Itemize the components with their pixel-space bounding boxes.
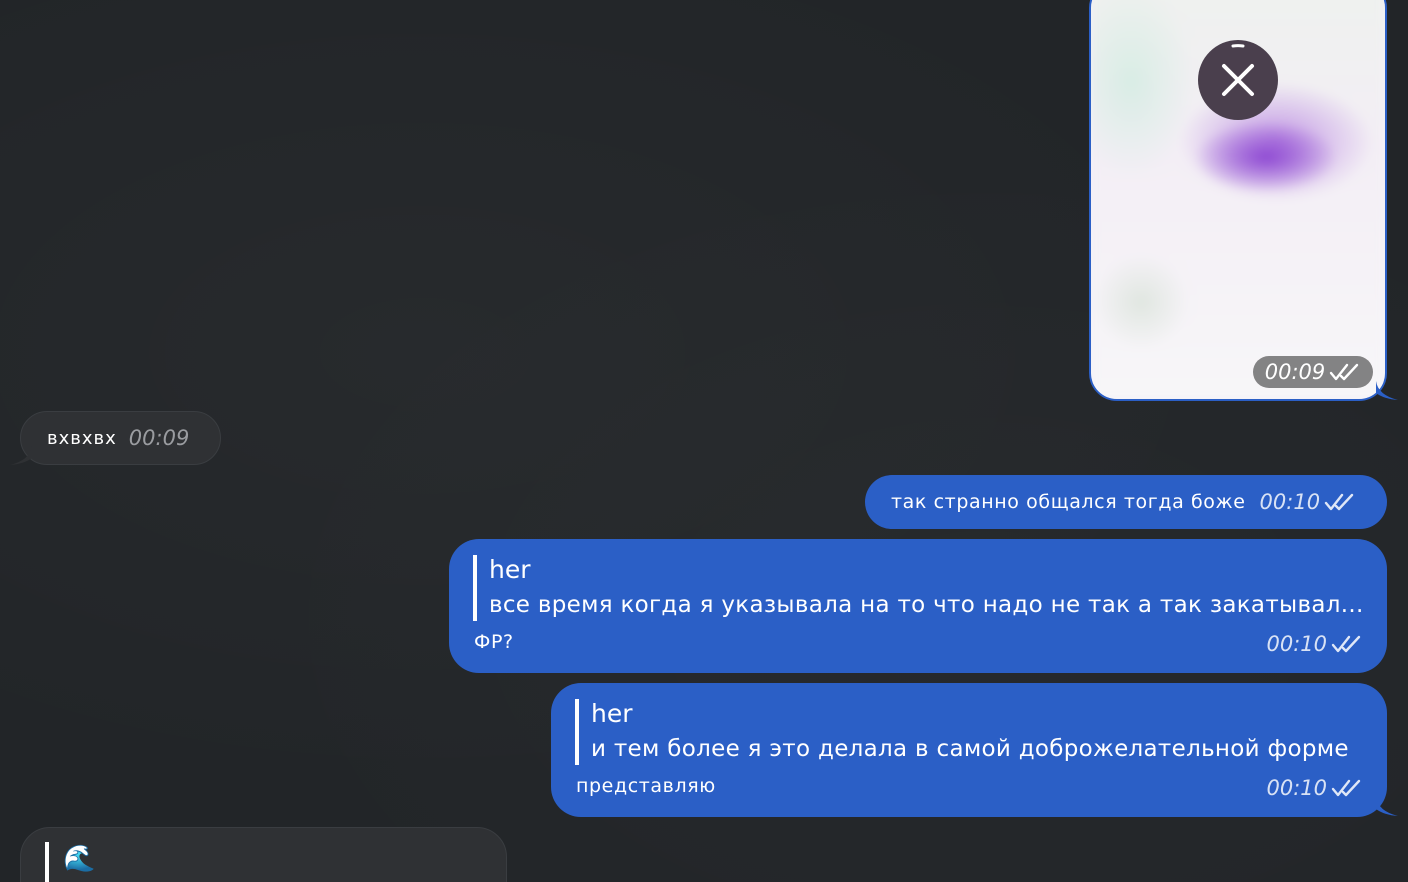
reply-quote[interactable]: 🌊	[45, 842, 95, 882]
incoming-message[interactable]: вхвхвх 00:09	[20, 411, 221, 465]
bubble-tail	[10, 446, 32, 465]
photo-message[interactable]: 00:09	[1089, 0, 1387, 401]
reply-text: все время когда я указывала на то что на…	[489, 592, 1364, 618]
bubble-tail	[1376, 381, 1398, 400]
reply-quote[interactable]: her все время когда я указывала на то чт…	[473, 555, 1364, 621]
outgoing-reply-message[interactable]: her все время когда я указывала на то чт…	[449, 539, 1387, 673]
double-check-icon	[1324, 493, 1354, 511]
reply-author: her	[489, 555, 531, 584]
message-time: 00:10	[1259, 490, 1321, 514]
message-time: 00:10	[1266, 776, 1327, 800]
chat-area: 00:09 вхвхвх 00:09 так странно общался т…	[0, 0, 1408, 882]
message-text: так странно общался тогда боже	[891, 491, 1246, 513]
message-text: представляю	[576, 775, 716, 797]
close-icon	[1222, 44, 1254, 96]
message-time: 00:10	[1266, 632, 1327, 656]
message-meta: 00:10	[1266, 776, 1363, 800]
message-time: 00:09	[1264, 360, 1326, 384]
reply-text: и тем более я это делала в самой доброже…	[591, 736, 1349, 762]
reply-author: her	[591, 699, 633, 728]
message-time: 00:09	[128, 426, 190, 450]
photo-time-badge: 00:09	[1253, 356, 1373, 388]
outgoing-reply-message[interactable]: her и тем более я это делала в самой доб…	[551, 683, 1387, 817]
double-check-icon	[1331, 635, 1361, 653]
message-text: ФР?	[474, 631, 514, 653]
message-meta: 00:10	[1266, 632, 1363, 656]
outgoing-message[interactable]: так странно общался тогда боже 00:10	[865, 475, 1387, 529]
double-check-icon	[1330, 363, 1359, 381]
reply-emoji: 🌊	[63, 844, 96, 874]
double-check-icon	[1331, 779, 1361, 797]
reply-quote[interactable]: her и тем более я это делала в самой доб…	[575, 699, 1349, 765]
message-text: вхвхвх	[47, 427, 117, 449]
cancel-download-button[interactable]	[1198, 40, 1278, 120]
incoming-reply-message[interactable]: 🌊	[20, 827, 507, 882]
bubble-tail	[1376, 797, 1398, 816]
